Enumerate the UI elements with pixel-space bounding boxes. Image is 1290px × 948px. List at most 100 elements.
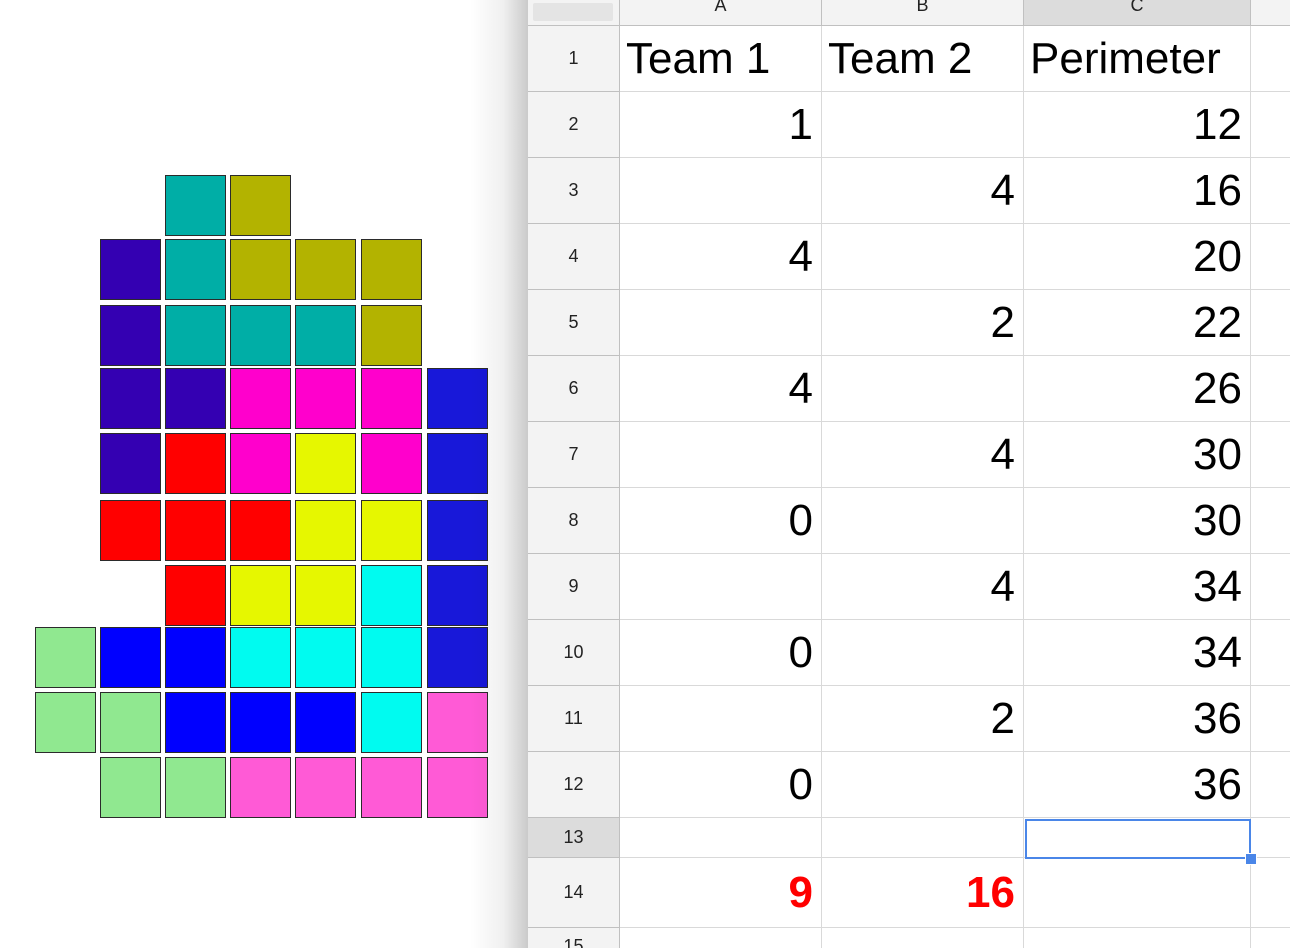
cell-c8[interactable]: 30 xyxy=(1024,488,1251,554)
cell-d1[interactable] xyxy=(1251,26,1290,92)
cell-b14[interactable]: 16 xyxy=(822,858,1024,928)
cell-b5[interactable]: 2 xyxy=(822,290,1024,356)
cell-b2[interactable] xyxy=(822,92,1024,158)
row-header-12[interactable]: 12 xyxy=(528,752,620,818)
cell-b11[interactable]: 2 xyxy=(822,686,1024,752)
cell-d14[interactable] xyxy=(1251,858,1290,928)
select-all-corner[interactable] xyxy=(528,0,620,26)
row-header-10[interactable]: 10 xyxy=(528,620,620,686)
cell-d10[interactable] xyxy=(1251,620,1290,686)
row-header-7[interactable]: 7 xyxy=(528,422,620,488)
column-header-b-label: B xyxy=(916,0,929,15)
cell-b3[interactable]: 4 xyxy=(822,158,1024,224)
row-header-5[interactable]: 5 xyxy=(528,290,620,356)
cell-a5[interactable] xyxy=(620,290,822,356)
tile-red xyxy=(100,500,161,561)
tile-lightgreen xyxy=(165,757,226,818)
cell-a4[interactable]: 4 xyxy=(620,224,822,290)
cell-d12[interactable] xyxy=(1251,752,1290,818)
cell-a2[interactable]: 1 xyxy=(620,92,822,158)
column-header-a[interactable]: A xyxy=(620,0,822,26)
cell-d5[interactable] xyxy=(1251,290,1290,356)
tile-cyan xyxy=(361,627,422,688)
cell-c7[interactable]: 30 xyxy=(1024,422,1251,488)
sheet-edge-shadow xyxy=(470,0,530,948)
cell-b15[interactable] xyxy=(822,928,1024,948)
cell-c4[interactable]: 20 xyxy=(1024,224,1251,290)
cell-b1[interactable]: Team 2 xyxy=(822,26,1024,92)
cell-d7[interactable] xyxy=(1251,422,1290,488)
tile-teal xyxy=(230,305,291,366)
cell-b9[interactable]: 4 xyxy=(822,554,1024,620)
fill-handle[interactable] xyxy=(1245,853,1257,865)
cell-a3[interactable] xyxy=(620,158,822,224)
cell-c10[interactable]: 34 xyxy=(1024,620,1251,686)
row-header-11[interactable]: 11 xyxy=(528,686,620,752)
tile-red xyxy=(230,500,291,561)
cell-c14[interactable] xyxy=(1024,858,1251,928)
cell-b12[interactable] xyxy=(822,752,1024,818)
cell-d8[interactable] xyxy=(1251,488,1290,554)
tile-cyan xyxy=(230,627,291,688)
cell-a9[interactable] xyxy=(620,554,822,620)
cell-d4[interactable] xyxy=(1251,224,1290,290)
selected-cell-outline[interactable] xyxy=(1025,819,1251,859)
tile-blue xyxy=(100,627,161,688)
cell-b10[interactable] xyxy=(822,620,1024,686)
cell-b13[interactable] xyxy=(822,818,1024,858)
column-header-d[interactable] xyxy=(1251,0,1290,26)
cell-a13[interactable] xyxy=(620,818,822,858)
cell-a1[interactable]: Team 1 xyxy=(620,26,822,92)
row-header-9[interactable]: 9 xyxy=(528,554,620,620)
cell-a8[interactable]: 0 xyxy=(620,488,822,554)
cell-b4[interactable] xyxy=(822,224,1024,290)
cell-a14[interactable]: 9 xyxy=(620,858,822,928)
cell-d6[interactable] xyxy=(1251,356,1290,422)
cell-d15[interactable] xyxy=(1251,928,1290,948)
row-header-3[interactable]: 3 xyxy=(528,158,620,224)
row-header-4[interactable]: 4 xyxy=(528,224,620,290)
row-header-14[interactable]: 14 xyxy=(528,858,620,928)
cell-b8[interactable] xyxy=(822,488,1024,554)
tile-teal xyxy=(165,175,226,236)
cell-d11[interactable] xyxy=(1251,686,1290,752)
tile-teal xyxy=(295,305,356,366)
cell-d9[interactable] xyxy=(1251,554,1290,620)
cell-c5[interactable]: 22 xyxy=(1024,290,1251,356)
cell-a11[interactable] xyxy=(620,686,822,752)
tile-blue xyxy=(165,627,226,688)
tile-olive xyxy=(361,305,422,366)
cell-d3[interactable] xyxy=(1251,158,1290,224)
row-header-2[interactable]: 2 xyxy=(528,92,620,158)
cell-d2[interactable] xyxy=(1251,92,1290,158)
cell-a7[interactable] xyxy=(620,422,822,488)
cell-b7[interactable]: 4 xyxy=(822,422,1024,488)
cell-c12[interactable]: 36 xyxy=(1024,752,1251,818)
cell-c15[interactable] xyxy=(1024,928,1251,948)
cell-c3[interactable]: 16 xyxy=(1024,158,1251,224)
row-header-15[interactable]: 15 xyxy=(528,928,620,948)
column-header-c[interactable]: C xyxy=(1024,0,1251,26)
column-header-b[interactable]: B xyxy=(822,0,1024,26)
row-header-13[interactable]: 13 xyxy=(528,818,620,858)
cell-c1[interactable]: Perimeter xyxy=(1024,26,1251,92)
cell-d13[interactable] xyxy=(1251,818,1290,858)
tile-magenta xyxy=(295,368,356,429)
spreadsheet[interactable]: A B C 1 Team 1 Team 2 Perimeter 2 1 12 3 4 16 4 4 20… xyxy=(528,0,1290,948)
cell-c2[interactable]: 12 xyxy=(1024,92,1251,158)
cell-a6[interactable]: 4 xyxy=(620,356,822,422)
row-header-1[interactable]: 1 xyxy=(528,26,620,92)
cell-c11[interactable]: 36 xyxy=(1024,686,1251,752)
cell-a12[interactable]: 0 xyxy=(620,752,822,818)
cell-c9[interactable]: 34 xyxy=(1024,554,1251,620)
cell-a15[interactable] xyxy=(620,928,822,948)
row-header-8[interactable]: 8 xyxy=(528,488,620,554)
cell-a10[interactable]: 0 xyxy=(620,620,822,686)
row-header-6[interactable]: 6 xyxy=(528,356,620,422)
tile-red xyxy=(165,565,226,626)
tile-olive xyxy=(230,239,291,300)
cell-c6[interactable]: 26 xyxy=(1024,356,1251,422)
cell-b6[interactable] xyxy=(822,356,1024,422)
tile-lightgreen xyxy=(100,692,161,753)
tile-indigo xyxy=(100,433,161,494)
